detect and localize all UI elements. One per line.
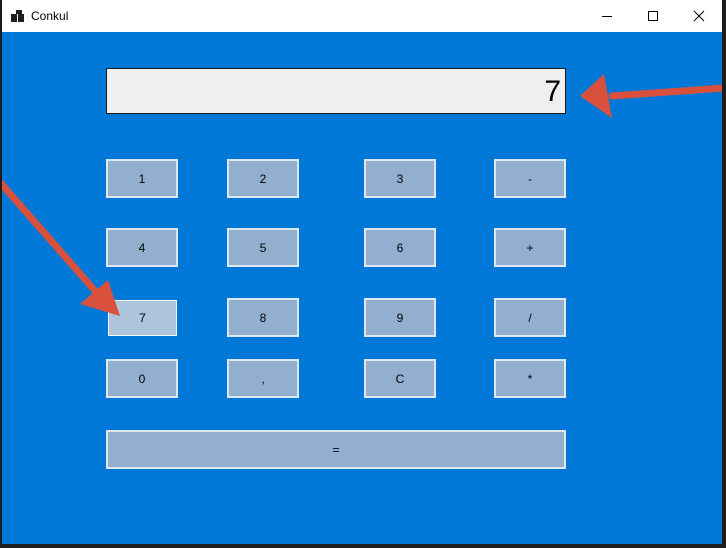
minimize-button[interactable] bbox=[584, 0, 630, 32]
close-icon bbox=[693, 10, 705, 22]
comma-button[interactable]: , bbox=[227, 359, 299, 398]
minus-button[interactable]: - bbox=[494, 159, 566, 198]
minimize-icon bbox=[602, 16, 612, 17]
title-bar[interactable]: Conkul bbox=[2, 0, 722, 32]
digit-5-button[interactable]: 5 bbox=[227, 228, 299, 267]
taskbar-edge bbox=[0, 544, 726, 548]
close-button[interactable] bbox=[676, 0, 722, 32]
digit-8-button[interactable]: 8 bbox=[227, 298, 299, 337]
equals-button[interactable]: = bbox=[106, 430, 566, 469]
maximize-icon bbox=[648, 11, 658, 21]
arrow-to-display bbox=[580, 74, 722, 118]
multiply-button[interactable]: * bbox=[494, 359, 566, 398]
window-title: Conkul bbox=[31, 9, 69, 23]
arrow-to-button-7 bbox=[2, 179, 120, 316]
digit-6-button[interactable]: 6 bbox=[364, 228, 436, 267]
digit-7-button[interactable]: 7 bbox=[108, 300, 177, 336]
digit-2-button[interactable]: 2 bbox=[227, 159, 299, 198]
maximize-button[interactable] bbox=[630, 0, 676, 32]
digit-4-button[interactable]: 4 bbox=[106, 228, 178, 267]
calculator-display[interactable]: 7 bbox=[106, 68, 566, 114]
digit-1-button[interactable]: 1 bbox=[106, 159, 178, 198]
digit-9-button[interactable]: 9 bbox=[364, 298, 436, 337]
plus-button[interactable]: + bbox=[494, 228, 566, 267]
digit-3-button[interactable]: 3 bbox=[364, 159, 436, 198]
clear-button[interactable]: C bbox=[364, 359, 436, 398]
digit-0-button[interactable]: 0 bbox=[106, 359, 178, 398]
app-icon bbox=[11, 10, 25, 22]
divide-button[interactable]: / bbox=[494, 298, 566, 337]
calculator-window: Conkul 7 1 2 3 - 4 5 6 + 7 8 9 / 0 , C *… bbox=[2, 0, 722, 544]
